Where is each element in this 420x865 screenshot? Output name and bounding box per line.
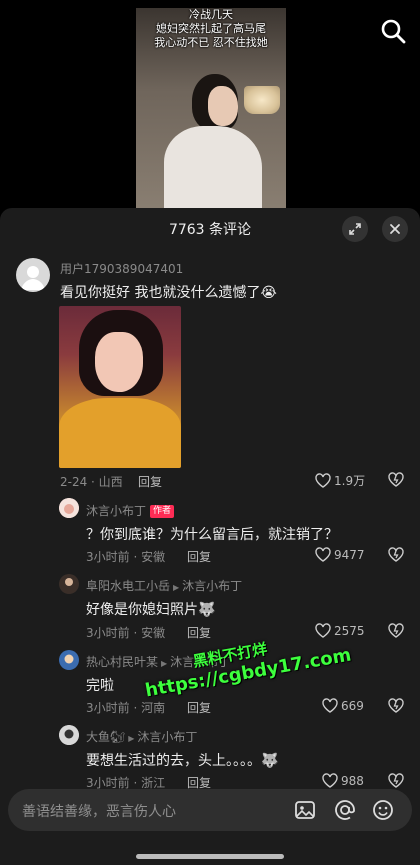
expand-icon[interactable]: [342, 216, 368, 242]
comment-username[interactable]: 阜阳水电工小岳 ▶ 沐言小布丁: [86, 577, 242, 594]
panel-header: 7763 条评论: [0, 208, 420, 248]
like-count: 988: [341, 773, 364, 788]
reply-to-name: 沐言小布丁: [182, 579, 243, 593]
video-person-image: [164, 74, 262, 212]
like-count: 669: [341, 698, 364, 713]
comment-text: 完啦: [86, 678, 114, 694]
dislike-icon[interactable]: [388, 698, 404, 714]
like-button[interactable]: 1.9万: [315, 472, 365, 489]
comment-username[interactable]: 大鱼🐿 ▶ 沐言小布丁: [86, 728, 197, 745]
search-icon[interactable]: [380, 18, 406, 44]
comment-input-bar[interactable]: 善语结善缘，恶言伤人心: [8, 789, 412, 831]
video-caption: 冷战几天 媳妇突然扎起了高马尾 我心动不已 忍不住找她: [136, 8, 286, 50]
comment-meta: 3小时前 · 河南: [86, 701, 166, 715]
image-icon[interactable]: [294, 799, 316, 821]
heart-icon: [315, 547, 331, 562]
caption-line: 媳妇突然扎起了高马尾: [156, 22, 266, 35]
caption-line: 冷战几天: [189, 8, 233, 21]
avatar[interactable]: [16, 258, 50, 292]
comment-text: 要想生活过的去，头上。。。。🐺: [86, 753, 279, 769]
comment-input-placeholder[interactable]: 善语结善缘，恶言伤人心: [22, 801, 176, 821]
comment-meta: 2-24 · 山西: [60, 475, 123, 489]
reply-button[interactable]: 回复: [187, 548, 211, 565]
heart-icon: [322, 773, 338, 788]
comment-text: 好像是你媳妇照片🐺: [86, 602, 216, 618]
avatar[interactable]: [59, 650, 79, 670]
comment-image[interactable]: [59, 306, 181, 468]
like-button[interactable]: 669: [322, 698, 364, 713]
author-badge: 作者: [150, 505, 175, 518]
video-frame[interactable]: 冷战几天 媳妇突然扎起了高马尾 我心动不已 忍不住找她: [136, 8, 286, 212]
comment-username[interactable]: 用户1790389047401: [60, 260, 183, 277]
close-icon[interactable]: [382, 216, 408, 242]
dislike-icon[interactable]: [388, 623, 404, 639]
mention-icon[interactable]: [334, 799, 356, 821]
comment-username[interactable]: 沐言小布丁 作者: [86, 502, 175, 519]
video-player[interactable]: 冷战几天 媳妇突然扎起了高马尾 我心动不已 忍不住找她: [0, 0, 420, 212]
avatar[interactable]: [59, 725, 79, 745]
caption-line: 我心动不已 忍不住找她: [154, 36, 268, 49]
dislike-icon[interactable]: [388, 773, 404, 789]
reply-to-name: 沐言小布丁: [137, 730, 198, 744]
comment-meta: 3小时前 · 安徽: [86, 550, 166, 564]
comment-text: 看见你挺好 我也就没什么遗憾了😭: [60, 285, 277, 301]
like-count: 9477: [334, 547, 365, 562]
heart-icon: [315, 473, 331, 488]
reply-button[interactable]: 回复: [187, 699, 211, 716]
like-button[interactable]: 988: [322, 773, 364, 788]
reply-button[interactable]: 回复: [138, 473, 162, 490]
dislike-icon[interactable]: [388, 547, 404, 563]
reply-button[interactable]: 回复: [187, 624, 211, 641]
heart-icon: [322, 698, 338, 713]
like-button[interactable]: 9477: [315, 547, 365, 562]
dislike-icon[interactable]: [388, 472, 404, 488]
avatar[interactable]: [59, 574, 79, 594]
emoji-icon[interactable]: [372, 799, 394, 821]
comment-text: ？你到底谁？为什么留言后，就注销了？: [86, 527, 338, 543]
comment-meta: 3小时前 · 安徽: [86, 626, 166, 640]
like-count: 1.9万: [334, 474, 366, 488]
home-indicator[interactable]: [136, 854, 284, 859]
avatar[interactable]: [59, 498, 79, 518]
